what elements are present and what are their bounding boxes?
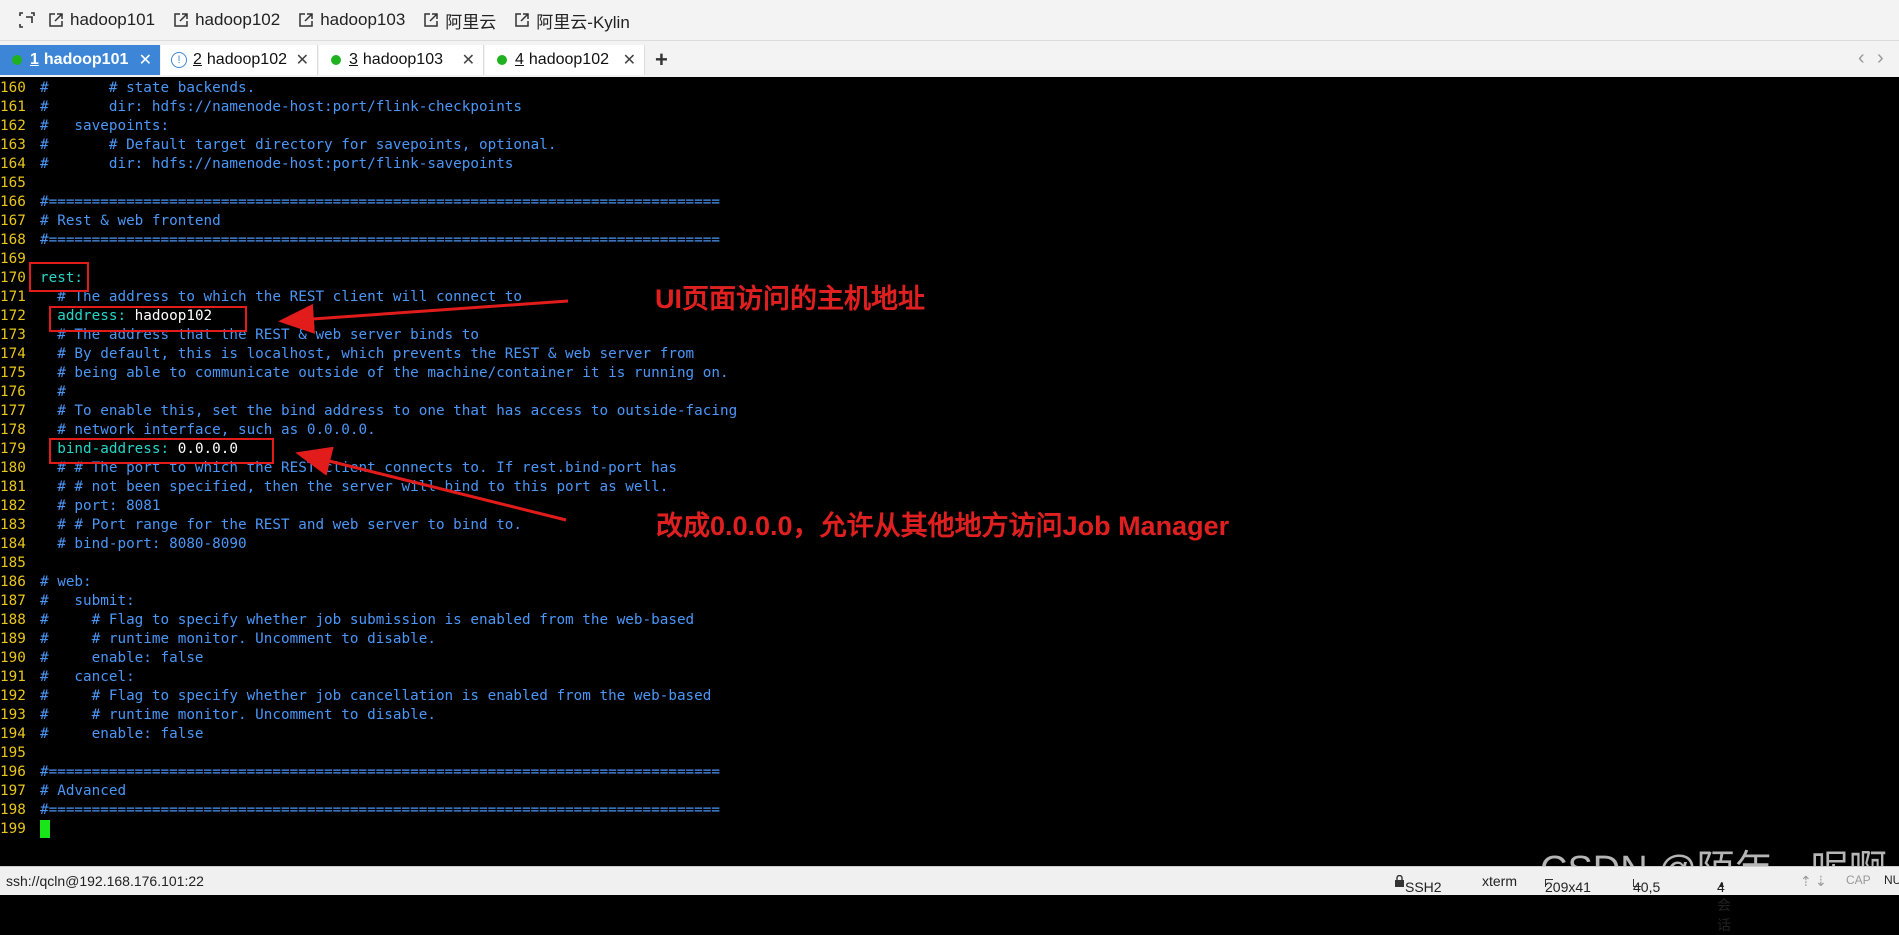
quick-link-label: hadoop101 <box>70 10 156 29</box>
close-icon[interactable]: ✕ <box>296 50 309 70</box>
external-link-icon <box>174 13 188 27</box>
close-icon[interactable]: ✕ <box>462 50 475 70</box>
size-label: 209x41 <box>1545 879 1591 895</box>
tab-session-4[interactable]: 4 hadoop102 ✕ <box>485 45 645 75</box>
lock-icon <box>1395 874 1404 887</box>
external-link-icon <box>515 13 530 27</box>
protocol-indicator: SSH2 <box>1394 873 1442 895</box>
quick-link-3[interactable]: 阿里云 <box>423 8 496 33</box>
external-link-icon <box>49 13 63 27</box>
status-bar: ssh://qcln@192.168.176.101:22 SSH2 xterm… <box>0 866 1899 933</box>
tab-number: 1 <box>30 51 39 68</box>
arrow-to-bind-address <box>295 446 567 522</box>
terminal-area[interactable]: 160 # # state backends. 161 # dir: hdfs://n… <box>0 77 1899 866</box>
quick-link-label: hadoop102 <box>195 10 281 29</box>
quick-link-label: 阿里云-Kylin <box>536 12 630 32</box>
tab-label: hadoop102 <box>206 51 287 68</box>
caret-up-icon: ▲ <box>1717 879 1726 889</box>
scroll-down-icon[interactable]: ⇣ <box>1815 873 1827 890</box>
close-icon[interactable]: ✕ <box>623 50 636 70</box>
annotation-bind-address: 改成0.0.0.0，允许从其他地方访问Job Manager <box>656 511 1230 541</box>
scroll-tabs-right-icon[interactable]: › <box>1877 47 1884 70</box>
quick-link-4[interactable]: 阿里云-Kylin <box>514 8 630 33</box>
arrow-to-address <box>278 299 569 334</box>
tab-label: hadoop102 <box>528 51 609 68</box>
annotation-arrows <box>278 299 569 522</box>
tab-number: 2 <box>193 51 202 68</box>
quick-link-2[interactable]: hadoop103 <box>298 10 405 30</box>
scroll-tabs-left-icon[interactable]: ‹ <box>1858 47 1865 70</box>
quick-link-1[interactable]: hadoop102 <box>173 10 280 30</box>
tab-number: 3 <box>349 51 358 68</box>
num-indicator: NUM <box>1884 873 1899 887</box>
external-link-icon <box>424 13 439 27</box>
annotation-host-address: UI页面访问的主机地址 <box>655 284 925 314</box>
tab-session-3[interactable]: 3 hadoop103 ✕ <box>319 45 484 75</box>
quick-link-label: 阿里云 <box>445 12 497 32</box>
connected-status-icon <box>331 55 341 65</box>
tab-session-2[interactable]: ! 2 hadoop102 ✕ <box>161 45 318 75</box>
session-tab-bar: 1 hadoop101 ✕ ! 2 hadoop102 ✕ 3 hadoop10… <box>0 40 1899 77</box>
quick-connect-toolbar: hadoop101 hadoop102 hadoop103 阿里云 阿里云-Ky… <box>0 0 1899 40</box>
tab-number: 4 <box>515 51 524 68</box>
cursor-pos-label: 40,5 <box>1633 879 1661 895</box>
add-tab-icon[interactable]: + <box>655 47 668 73</box>
quick-link-label: hadoop103 <box>320 10 406 29</box>
tab-label: hadoop101 <box>43 51 129 68</box>
external-link-icon <box>299 13 313 27</box>
quick-link-0[interactable]: hadoop101 <box>48 10 155 30</box>
new-session-button[interactable] <box>18 11 42 29</box>
new-session-icon <box>19 12 35 28</box>
connection-string: ssh://qcln@192.168.176.101:22 <box>6 873 204 889</box>
warning-status-icon: ! <box>171 52 187 68</box>
terminal-type: xterm <box>1482 873 1517 889</box>
scroll-up-icon[interactable]: ⇡ <box>1800 873 1812 890</box>
caps-indicator: CAP <box>1846 873 1871 887</box>
connected-status-icon <box>12 55 22 65</box>
protocol-label: SSH2 <box>1405 879 1442 895</box>
connected-status-icon <box>497 55 507 65</box>
tab-session-1[interactable]: 1 hadoop101 ✕ <box>0 45 160 75</box>
close-icon[interactable]: ✕ <box>139 50 152 70</box>
tab-label: hadoop103 <box>362 51 443 68</box>
